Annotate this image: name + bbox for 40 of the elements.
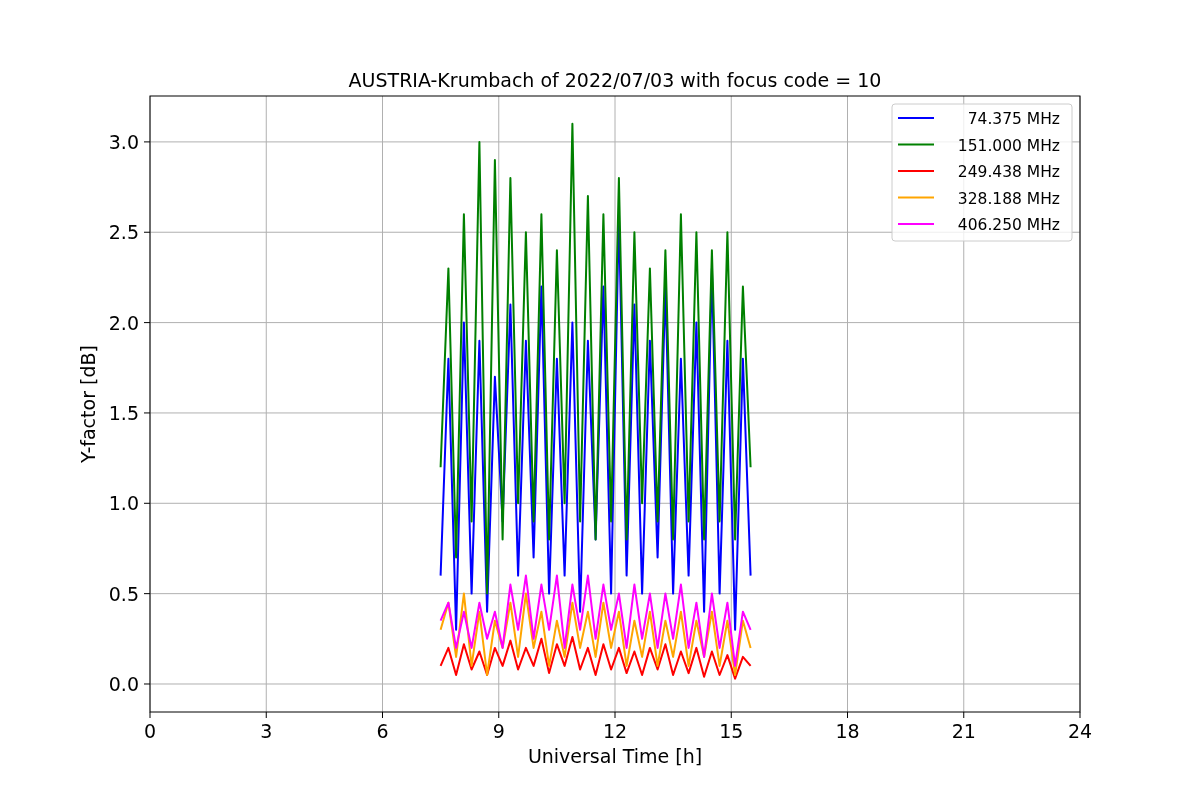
tick-label: 2.0 [108,311,139,334]
tick-label: 12 [602,720,628,742]
tick-mark [382,711,383,719]
tick-label: 21 [951,720,976,742]
tick-label: 0 [143,720,157,742]
legend-label: 328.188 MHz [957,189,1060,208]
tick-label: 2.5 [108,221,139,244]
tick-mark [143,231,151,233]
chart-title: AUSTRIA-Krumbach of 2022/07/03 with focus code = 10 [348,69,882,91]
tick-mark [143,502,151,504]
tick-label: 9 [492,720,505,742]
legend-label: 74.375 MHz [967,110,1060,128]
tick-label: 1.5 [108,401,139,424]
tick-mark [614,711,616,719]
tick-label: 24 [1067,720,1093,742]
tick-mark [143,412,151,414]
tick-mark [143,683,151,685]
tick-label: 1.0 [108,492,139,515]
tick-label: 0.0 [108,673,139,695]
tick-mark [1079,711,1081,719]
legend-label: 151.000 MHz [957,136,1060,155]
tick-label: 3.0 [108,130,139,153]
tick-label: 3 [260,720,273,742]
tick-label: 18 [835,720,860,742]
tick-mark [143,593,151,595]
tick-label: 15 [719,720,744,742]
tick-mark [265,711,267,719]
tick-mark [143,141,151,143]
legend-label: 406.250 MHz [957,216,1060,234]
tick-mark [143,322,151,324]
tick-mark [730,711,732,719]
axis-label: Y-factor [dB] [77,345,99,463]
tick-label: 6 [376,720,389,742]
tick-mark [149,711,151,719]
axis-label: Universal Time [h] [527,745,703,767]
legend-label: 249.438 MHz [957,163,1060,181]
tick-label: 0.5 [108,582,139,605]
tick-mark [847,711,848,719]
tick-mark [963,711,965,719]
tick-mark [498,711,500,719]
